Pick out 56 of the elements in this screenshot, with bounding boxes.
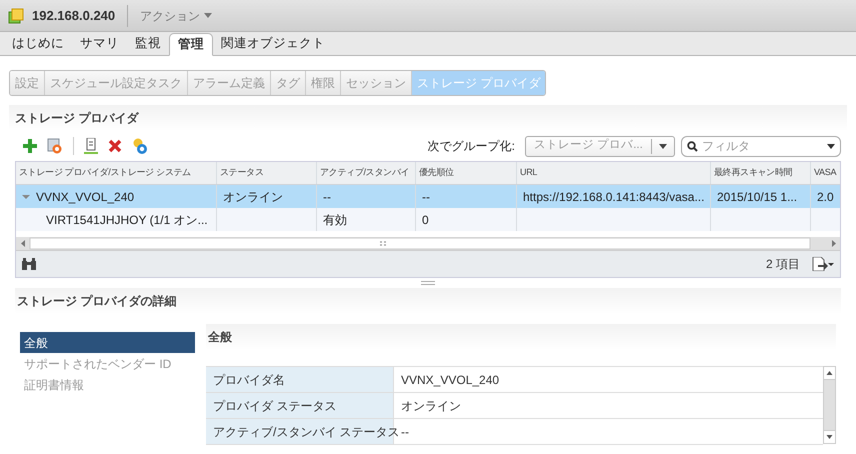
filter-field[interactable]: フィルタ <box>681 136 841 156</box>
binoculars-icon[interactable] <box>22 258 36 270</box>
host-icon <box>8 8 24 24</box>
table-cell-text: VVNX_VVOL_240 <box>36 188 134 206</box>
group-by-label: 次でグループ化: <box>428 138 515 155</box>
add-icon[interactable] <box>23 139 37 153</box>
caret-icon <box>659 144 667 148</box>
table-cell-text: -- <box>422 188 430 206</box>
caret-icon <box>827 144 835 148</box>
table-cell-text: 有効 <box>323 212 347 228</box>
collapse-caret-icon[interactable] <box>22 192 30 200</box>
column-header[interactable]: VASA <box>814 166 836 180</box>
delete-icon[interactable] <box>108 139 122 153</box>
search-icon <box>687 140 698 152</box>
horizontal-scrollbar[interactable] <box>16 237 840 250</box>
table-row[interactable]: VIRT1541JHJHOY (1/1 オン... 有効 0 <box>16 208 840 231</box>
property-name: アクティブ/スタンバイ ステータス <box>213 424 400 440</box>
property-value: -- <box>401 424 409 440</box>
host-title: 192.168.0.240 <box>32 6 116 25</box>
property-value: オンライン <box>401 398 461 414</box>
caret-icon <box>204 13 212 18</box>
column-header[interactable]: URL <box>520 166 538 180</box>
table-row[interactable]: VVNX_VVOL_240 オンライン -- -- https://192.168.0.141:8443/vasa... 2015/10/15 1... 2.0 <box>16 185 840 208</box>
tab[interactable]: 管理 <box>169 33 213 56</box>
column-header[interactable]: ステータス <box>220 166 264 180</box>
table-cell-text: VIRT1541JHJHOY (1/1 オン... <box>46 212 208 228</box>
column-header[interactable]: 優先順位 <box>419 166 454 180</box>
nav-item[interactable]: 全般 <box>20 332 195 353</box>
filter-input[interactable]: フィルタ <box>702 137 823 155</box>
table-cell-text: 2.0 <box>817 188 834 206</box>
vertical-scrollbar[interactable] <box>823 366 836 444</box>
export-icon[interactable] <box>812 257 834 271</box>
section-title: 全般 <box>208 329 232 346</box>
table-cell-text: 2015/10/15 1... <box>717 188 798 206</box>
column-header[interactable]: アクティブ/スタンバイ <box>320 166 410 180</box>
property-name: プロバイダ ステータス <box>213 398 336 414</box>
splitter-handle[interactable] <box>421 281 435 285</box>
property-value: VVNX_VVOL_240 <box>401 372 500 388</box>
tab[interactable]: はじめに <box>4 32 72 55</box>
table-cell-text: オンライン <box>223 188 283 206</box>
table-cell-text: https://192.168.0.141:8443/vasa... <box>523 188 704 206</box>
tab[interactable]: 関連オブジェクト <box>213 32 333 55</box>
table-cell-text: -- <box>323 188 331 206</box>
refresh-certificate-icon[interactable] <box>132 138 148 154</box>
details-title: ストレージ プロバイダの詳細 <box>17 293 176 310</box>
column-header[interactable]: ストレージ プロバイダ/ストレージ システム <box>19 166 191 180</box>
group-by-value: ストレージ プロバ... <box>533 137 644 154</box>
table-cell-text: 0 <box>422 212 429 228</box>
storage-icon[interactable] <box>84 138 98 154</box>
panel-title: ストレージ プロバイダ <box>15 110 138 127</box>
property-name: プロバイダ名 <box>213 372 285 388</box>
tab[interactable]: サマリ <box>72 32 127 55</box>
item-count: 2 項目 <box>766 256 800 273</box>
sync-icon[interactable] <box>47 138 63 154</box>
tab[interactable]: 監視 <box>127 32 169 55</box>
column-header[interactable]: 最終再スキャン時間 <box>714 166 792 180</box>
